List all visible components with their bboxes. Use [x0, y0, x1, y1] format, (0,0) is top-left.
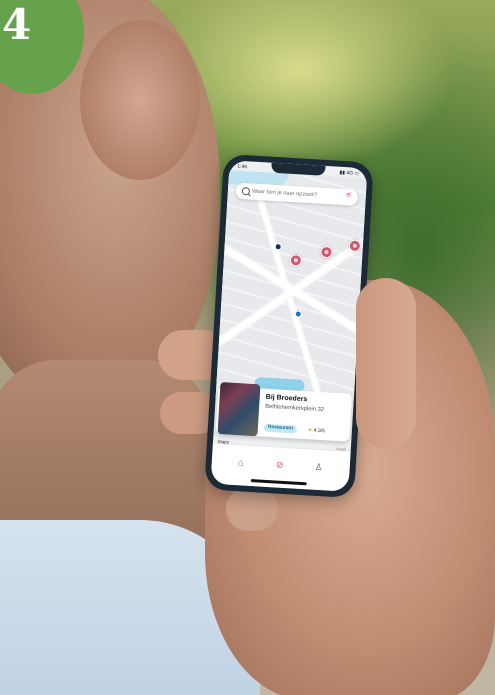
place-name: Bij Broeders — [265, 393, 308, 404]
category-badge: Restaurant — [263, 423, 298, 434]
compass-icon[interactable]: ⊘ — [272, 457, 287, 472]
search-input[interactable] — [251, 186, 341, 202]
tab-bar: ⌂ ⊘ ♙ — [210, 442, 351, 492]
place-address: Bethlehemkerkplein 32 — [264, 403, 325, 414]
smartphone: 1:46 ▮▮ 4G ▭ ⚟ Bij Broeders Bethl — [204, 153, 374, 499]
step-number: 4 — [2, 0, 32, 49]
status-time: 1:46 — [237, 163, 248, 171]
map-pin-restaurant[interactable] — [289, 253, 303, 267]
filter-icon[interactable]: ⚟ — [345, 191, 352, 199]
place-card[interactable]: Bij Broeders Bethlehemkerkplein 32 Resta… — [215, 382, 353, 452]
home-indicator — [250, 479, 307, 486]
current-location-dot — [294, 310, 302, 318]
right-index-finger — [356, 278, 416, 448]
person-ear — [80, 20, 200, 180]
bottom-finger — [226, 487, 278, 531]
map-pin-restaurant[interactable] — [320, 245, 333, 259]
profile-icon[interactable]: ♙ — [311, 460, 326, 475]
map-view[interactable] — [215, 170, 367, 408]
place-rating: ★ 4,3/5 — [308, 426, 325, 435]
photo-background: 1:46 ▮▮ 4G ▭ ⚟ Bij Broeders Bethl — [0, 0, 495, 695]
maps-credit: Maps — [217, 438, 230, 445]
rating-value: 4,3/5 — [313, 427, 325, 435]
phone-screen: 1:46 ▮▮ 4G ▭ ⚟ Bij Broeders Bethl — [210, 160, 368, 492]
status-icons: ▮▮ 4G ▭ — [339, 169, 360, 177]
map-marker[interactable] — [274, 243, 282, 251]
home-icon[interactable]: ⌂ — [233, 455, 248, 470]
star-icon: ★ — [307, 427, 313, 434]
map-pin-restaurant[interactable] — [348, 239, 362, 253]
search-icon — [241, 186, 251, 196]
category-label: Restaurant — [267, 424, 294, 432]
legal-link[interactable]: Legal — [336, 446, 346, 452]
place-photo — [217, 382, 261, 437]
